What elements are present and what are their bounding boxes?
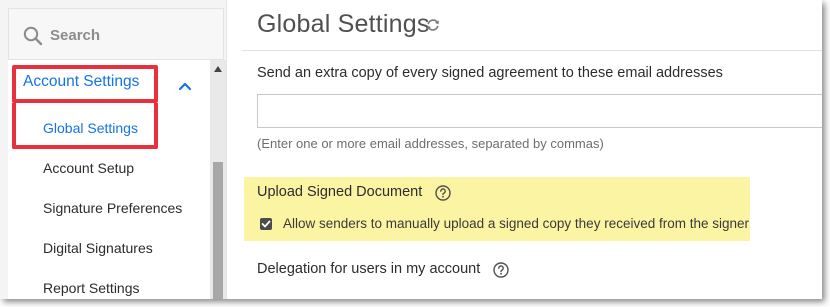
sidebar-item-label[interactable]: Signature Preferences	[43, 200, 182, 216]
scrollbar-thumb[interactable]	[213, 162, 223, 299]
sidebar-item-digital-signatures[interactable]: Digital Signatures	[8, 229, 210, 267]
help-icon[interactable]	[435, 185, 451, 201]
app-window: Search Account Settings Global Settings …	[0, 0, 822, 299]
title-divider	[242, 50, 822, 51]
callout-box-account-settings	[12, 65, 158, 103]
email-hint: (Enter one or more email addresses, sepa…	[257, 136, 604, 151]
help-icon[interactable]	[493, 262, 509, 278]
refresh-icon[interactable]	[426, 18, 440, 32]
sidebar-item-signature-preferences[interactable]: Signature Preferences	[8, 189, 210, 227]
scroll-up-arrow-icon[interactable]	[214, 66, 222, 72]
sidebar-item-report-settings[interactable]: Report Settings	[8, 269, 210, 299]
sidebar-item-account-setup[interactable]: Account Setup	[8, 149, 210, 187]
email-addresses-input[interactable]	[257, 94, 822, 128]
page-title: Global Settings	[257, 10, 430, 38]
sidebar: Search Account Settings Global Settings …	[0, 0, 227, 299]
delegation-title: Delegation for users in my account	[257, 261, 481, 277]
callout-box-global-settings	[12, 103, 158, 149]
extra-copy-label: Send an extra copy of every signed agree…	[257, 65, 723, 81]
chevron-up-icon[interactable]	[178, 78, 192, 91]
allow-upload-checkbox[interactable]	[260, 218, 272, 230]
sidebar-item-label[interactable]: Account Setup	[43, 160, 134, 176]
sidebar-item-label[interactable]: Digital Signatures	[43, 240, 153, 256]
upload-signed-document-title: Upload Signed Document	[257, 184, 423, 200]
allow-upload-label[interactable]: Allow senders to manually upload a signe…	[283, 216, 749, 231]
search-box[interactable]: Search	[8, 8, 224, 60]
sidebar-scrollbar[interactable]	[210, 60, 226, 299]
search-placeholder[interactable]: Search	[50, 27, 100, 44]
search-icon	[23, 26, 43, 46]
sidebar-item-label[interactable]: Report Settings	[43, 280, 140, 296]
main-content: Global Settings Send an extra copy of ev…	[242, 0, 822, 299]
